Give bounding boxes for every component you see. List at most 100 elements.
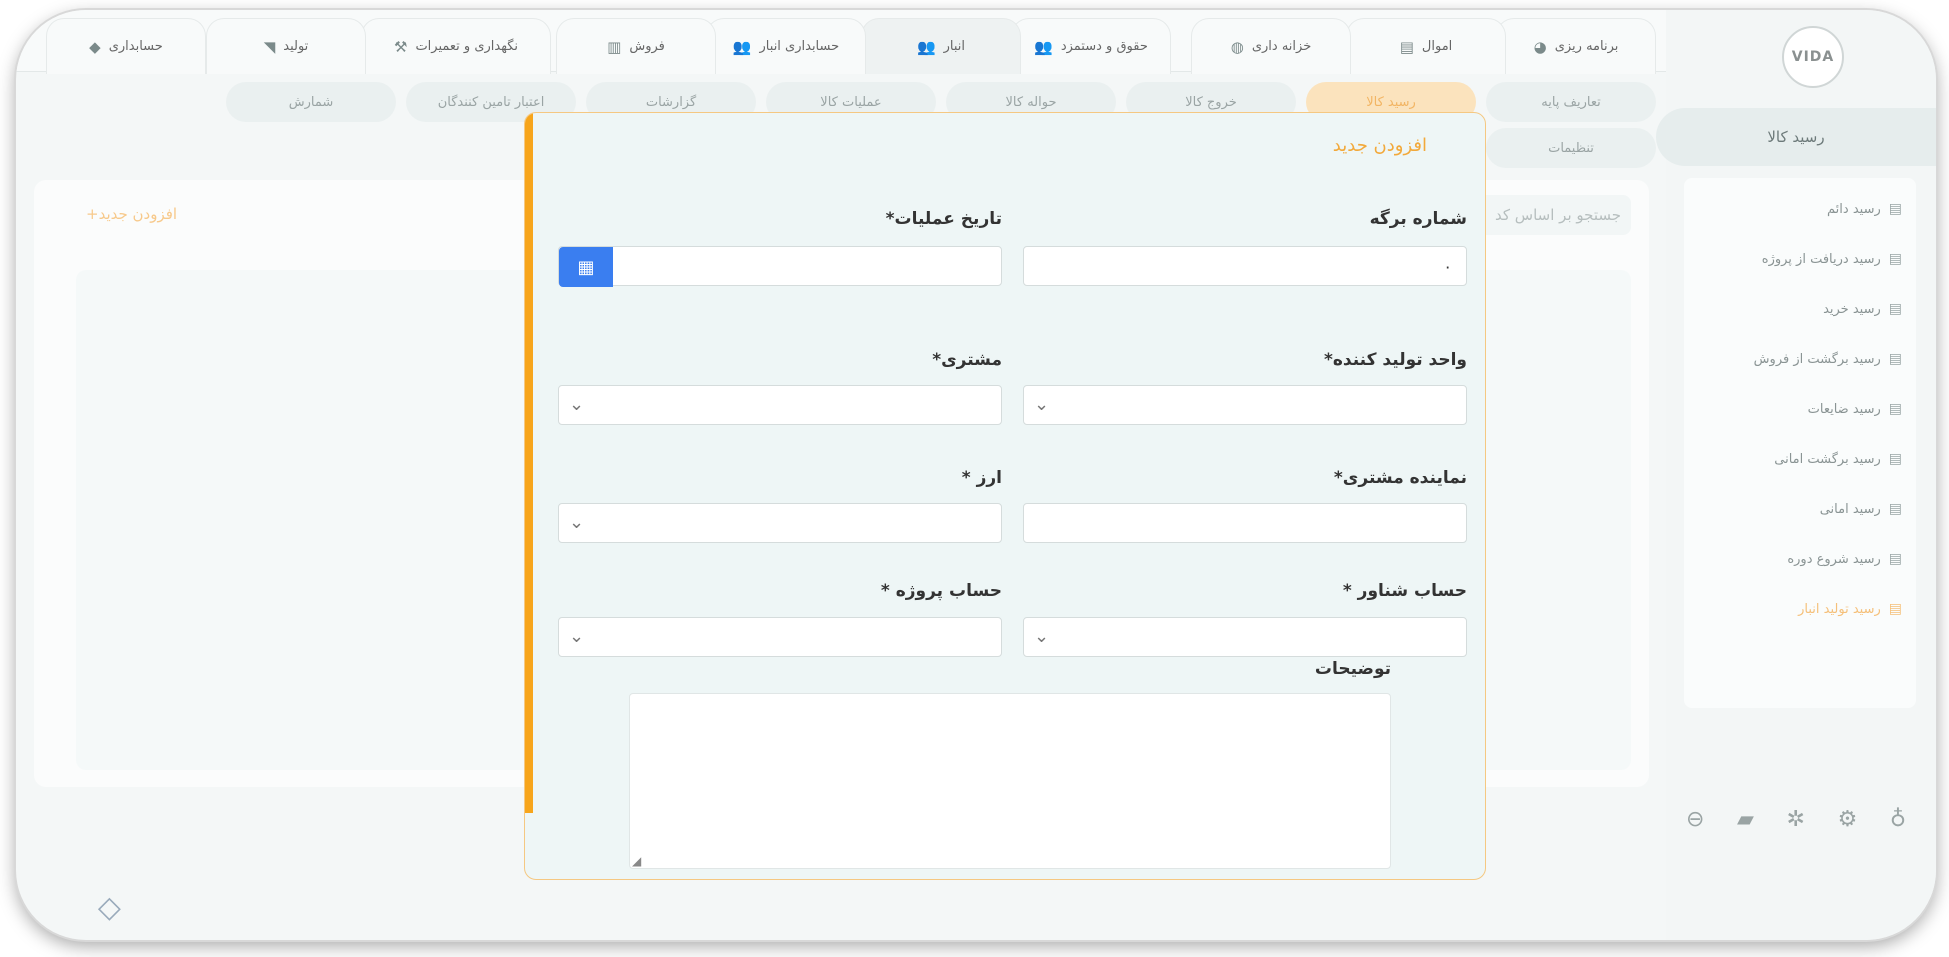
description-textarea[interactable]: ◢ bbox=[629, 693, 1391, 869]
tab-warehouse[interactable]: انبار 👥 bbox=[861, 18, 1021, 74]
sidebar-item-label: رسید خرید bbox=[1823, 301, 1881, 317]
subtab-label: اعتبار تامین کنندگان bbox=[437, 94, 545, 110]
chevron-down-icon: ⌄ bbox=[569, 394, 585, 415]
document-icon: ▤ bbox=[1888, 351, 1902, 367]
tab-label: اموال bbox=[1421, 39, 1453, 54]
chevron-down-icon: ⌄ bbox=[569, 626, 585, 647]
floating-account-label: حساب شناور * bbox=[1342, 581, 1467, 601]
tab-label: فروش bbox=[629, 39, 665, 54]
sidebar-header: رسید کالا bbox=[1656, 108, 1936, 166]
tab-label: برنامه ریزی bbox=[1554, 39, 1619, 54]
sidebar-item-warehouse-production-receipt[interactable]: ▤ رسید تولید انبار bbox=[1692, 594, 1902, 624]
producer-unit-label: واحد تولید کننده* bbox=[1324, 350, 1467, 370]
diamond-icon: ◆ bbox=[89, 37, 101, 56]
tab-label: تولید bbox=[283, 39, 309, 54]
sidebar-item-period-start-receipt[interactable]: ▤ رسید شروع دوره bbox=[1692, 544, 1902, 574]
sidebar-list: ▤ رسید دائم ▤ رسید دریافت از پروژه ▤ رسید خ… bbox=[1684, 178, 1916, 708]
subtab-label: عملیات کالا bbox=[820, 94, 882, 110]
money-bag-icon[interactable]: ♁ bbox=[1890, 807, 1906, 832]
sidebar-toolbar: ♁ ⚙ ✲ ▰ ⊖ bbox=[1686, 802, 1906, 836]
producer-unit-select[interactable]: ⌄ bbox=[1023, 385, 1467, 425]
tag-icon: ◥ bbox=[263, 37, 276, 56]
settings-icon[interactable]: ✲ bbox=[1787, 807, 1805, 832]
pie-chart-icon: ◕ bbox=[1533, 37, 1547, 56]
document-icon: ▤ bbox=[1888, 451, 1902, 467]
sidebar-item-label: رسید تولید انبار bbox=[1798, 601, 1881, 617]
currency-select[interactable]: ⌄ bbox=[558, 503, 1002, 543]
subtab-label: گزارشات bbox=[645, 94, 697, 110]
tab-accounting[interactable]: حسابداری ◆ bbox=[46, 18, 206, 74]
chat-icon[interactable]: ▰ bbox=[1737, 807, 1754, 832]
users-icon: 👥 bbox=[1034, 37, 1053, 56]
logout-icon[interactable]: ⊖ bbox=[1686, 807, 1704, 832]
tab-assets[interactable]: اموال ▤ bbox=[1346, 18, 1506, 74]
corner-brand-icon: ◇ bbox=[97, 890, 121, 925]
subtab-label: شمارش bbox=[288, 94, 334, 110]
floating-account-select[interactable]: ⌄ bbox=[1023, 617, 1467, 657]
sidebar-item-label: رسید ضایعات bbox=[1807, 401, 1881, 417]
resize-handle-icon[interactable]: ◢ bbox=[632, 854, 641, 868]
sheet-number-label: شماره برگه bbox=[1369, 209, 1467, 229]
chevron-down-icon: ⌄ bbox=[1034, 394, 1050, 415]
subtab-label: حواله کالا bbox=[1005, 94, 1057, 110]
tab-payroll[interactable]: حقوق و دستمزد 👥 bbox=[1011, 18, 1171, 74]
operation-date-label: تاریخ عملیات* bbox=[885, 209, 1002, 229]
modal-accent-bar bbox=[525, 113, 533, 813]
sidebar-item-label: رسید دریافت از پروژه bbox=[1761, 251, 1881, 267]
chevron-down-icon: ⌄ bbox=[569, 512, 585, 533]
calendar-icon[interactable]: ▦ bbox=[559, 247, 613, 287]
tab-planning[interactable]: برنامه ریزی ◕ bbox=[1496, 18, 1656, 74]
currency-label: ارز * bbox=[961, 468, 1002, 488]
sidebar-item-consignment-receipt[interactable]: ▤ رسید امانی bbox=[1692, 494, 1902, 524]
users-icon: 👥 bbox=[732, 37, 752, 56]
add-new-button[interactable]: افزودن جدید+ bbox=[86, 205, 177, 223]
project-account-label: حساب پروژه * bbox=[880, 581, 1002, 601]
tab-treasury[interactable]: خزانه داری ◍ bbox=[1191, 18, 1351, 74]
document-icon: ▤ bbox=[1888, 401, 1902, 417]
gears-icon[interactable]: ⚙ bbox=[1838, 807, 1858, 832]
sidebar: VIDA رسید کالا ▤ رسید دائم ▤ رسید دریافت ا… bbox=[1656, 10, 1936, 940]
description-label: توضیحات bbox=[1314, 659, 1391, 679]
sidebar-item-label: رسید برگشت از فروش bbox=[1753, 351, 1881, 367]
tab-sales[interactable]: فروش ▥ bbox=[556, 18, 716, 74]
customer-select[interactable]: ⌄ bbox=[558, 385, 1002, 425]
tab-production[interactable]: تولید ◥ bbox=[206, 18, 366, 74]
sidebar-item-permanent-receipt[interactable]: ▤ رسید دائم bbox=[1692, 194, 1902, 224]
sheet-number-input[interactable]: ۰ bbox=[1023, 246, 1467, 286]
subtab-label: تنظیمات bbox=[1548, 140, 1594, 156]
tab-label: حقوق و دستمزد bbox=[1060, 39, 1148, 54]
sidebar-item-waste-receipt[interactable]: ▤ رسید ضایعات bbox=[1692, 394, 1902, 424]
sidebar-item-label: رسید دائم bbox=[1827, 201, 1881, 217]
document-icon: ▤ bbox=[1888, 201, 1902, 217]
sidebar-item-sales-return-receipt[interactable]: ▤ رسید برگشت از فروش bbox=[1692, 344, 1902, 374]
tab-label: انبار bbox=[943, 39, 966, 54]
document-icon: ▤ bbox=[1888, 251, 1902, 267]
project-account-select[interactable]: ⌄ bbox=[558, 617, 1002, 657]
document-icon: ▤ bbox=[1888, 501, 1902, 517]
sidebar-item-label: رسید امانی bbox=[1819, 501, 1881, 517]
sidebar-item-consignment-return-receipt[interactable]: ▤ رسید برگشت امانی bbox=[1692, 444, 1902, 474]
customer-rep-label: نماینده مشتری* bbox=[1333, 468, 1467, 488]
subtab-base-definitions[interactable]: تعاریف پایه bbox=[1486, 82, 1656, 122]
tab-label: حسابداری bbox=[108, 39, 163, 54]
operation-date-input[interactable]: ▦ bbox=[558, 246, 1002, 287]
tools-icon: ⚒ bbox=[393, 37, 408, 56]
sidebar-item-project-receipt[interactable]: ▤ رسید دریافت از پروژه bbox=[1692, 244, 1902, 274]
document-icon: ▤ bbox=[1888, 301, 1902, 317]
sidebar-item-label: رسید شروع دوره bbox=[1787, 551, 1881, 567]
users-icon: 👥 bbox=[916, 37, 936, 56]
modal-title: افزودن جدید bbox=[1332, 135, 1427, 156]
sidebar-item-label: رسید برگشت امانی bbox=[1774, 451, 1881, 467]
tab-maintenance[interactable]: نگهداری و تعمیرات ⚒ bbox=[361, 18, 551, 74]
tab-label: حسابداری انبار bbox=[759, 39, 840, 54]
subtab-label: رسید کالا bbox=[1366, 94, 1416, 110]
subtab-counting[interactable]: شمارش bbox=[226, 82, 396, 122]
sidebar-item-purchase-receipt[interactable]: ▤ رسید خرید bbox=[1692, 294, 1902, 324]
app-frame: برنامه ریزی ◕ اموال ▤ خزانه داری ◍ حقوق … bbox=[16, 10, 1936, 940]
vida-logo: VIDA bbox=[1782, 26, 1844, 88]
subtab-settings[interactable]: تنظیمات bbox=[1486, 128, 1656, 168]
bar-chart-icon: ▥ bbox=[607, 37, 622, 56]
customer-rep-input[interactable] bbox=[1023, 503, 1467, 543]
tab-warehouse-accounting[interactable]: حسابداری انبار 👥 bbox=[706, 18, 866, 74]
customer-label: مشتری* bbox=[932, 350, 1002, 370]
